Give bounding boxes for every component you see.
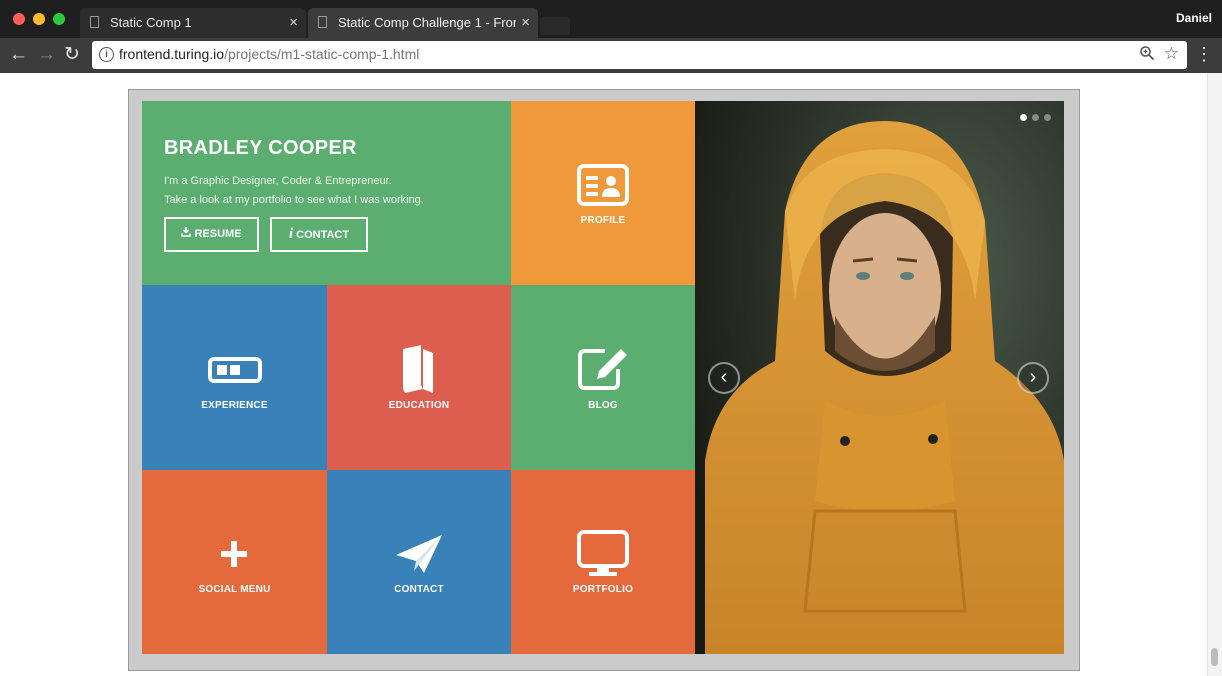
resume-button[interactable]: RESUME xyxy=(164,217,259,252)
browser-toolbar: ← → ↻ i frontend.turing.io/projects/m1-s… xyxy=(0,38,1222,73)
slider-next-button[interactable]: › xyxy=(1017,362,1049,394)
contact-label: CONTACT xyxy=(296,229,350,241)
tile-label: SOCIAL MENU xyxy=(198,584,271,595)
tile-contact[interactable]: CONTACT xyxy=(327,470,511,654)
plus-icon xyxy=(221,541,247,567)
tile-label: PROFILE xyxy=(580,215,626,226)
new-tab-button[interactable] xyxy=(540,17,570,35)
page-title: BRADLEY COOPER xyxy=(164,137,357,159)
book-icon xyxy=(403,345,433,393)
page-icon xyxy=(90,16,99,28)
tab-close-icon[interactable]: × xyxy=(289,8,298,38)
url-path: /projects/m1-static-comp-1.html xyxy=(224,46,420,62)
portrait-photo xyxy=(695,101,1064,654)
contact-button[interactable]: i CONTACT xyxy=(270,217,368,252)
tile-label: PORTFOLIO xyxy=(572,584,634,595)
scrollbar[interactable] xyxy=(1207,73,1222,676)
tab-close-icon[interactable]: × xyxy=(521,8,530,38)
tab-static-comp-challenge[interactable]: Static Comp Challenge 1 - Front × xyxy=(308,8,538,38)
reload-icon[interactable]: ↻ xyxy=(64,44,80,66)
tile-label: EDUCATION xyxy=(388,400,450,411)
search-icon[interactable] xyxy=(1139,45,1155,66)
tab-title: Static Comp 1 xyxy=(110,15,192,30)
tile-label: CONTACT xyxy=(394,584,444,595)
slide-dot-1[interactable] xyxy=(1020,114,1027,121)
paper-plane-icon xyxy=(396,535,442,573)
address-url[interactable]: frontend.turing.io/projects/m1-static-co… xyxy=(119,46,419,62)
tab-title: Static Comp Challenge 1 - Front xyxy=(338,15,516,30)
download-icon xyxy=(181,227,192,237)
tile-blog[interactable]: BLOG xyxy=(511,285,695,470)
intro-panel: BRADLEY COOPER I'm a Graphic Designer, C… xyxy=(142,101,511,285)
profile-card-icon xyxy=(577,164,629,206)
close-window-button[interactable] xyxy=(13,13,25,25)
minimize-window-button[interactable] xyxy=(33,13,45,25)
monitor-icon xyxy=(577,530,629,576)
tab-static-comp-1[interactable]: Static Comp 1 × xyxy=(80,8,306,38)
tile-experience[interactable]: EXPERIENCE xyxy=(142,285,327,470)
tile-profile[interactable]: PROFILE xyxy=(511,101,695,285)
star-icon[interactable]: ☆ xyxy=(1164,44,1179,64)
menu-icon[interactable]: ⋮ xyxy=(1195,44,1213,64)
url-host: frontend.turing.io xyxy=(119,46,225,62)
info-icon: i xyxy=(288,226,294,242)
address-bar[interactable]: i frontend.turing.io/projects/m1-static-… xyxy=(92,41,1187,69)
tagline-line-1: I'm a Graphic Designer, Coder & Entrepre… xyxy=(164,175,392,187)
edit-icon xyxy=(578,349,627,390)
tile-education[interactable]: EDUCATION xyxy=(327,285,511,470)
resume-label: RESUME xyxy=(194,228,242,240)
maximize-window-button[interactable] xyxy=(53,13,65,25)
browser-titlebar: Static Comp 1 × Static Comp Challenge 1 … xyxy=(0,0,1222,38)
slider-prev-button[interactable]: ‹ xyxy=(708,362,740,394)
tile-label: BLOG xyxy=(588,400,618,411)
site-info-icon[interactable]: i xyxy=(99,47,114,62)
profile-name[interactable]: Daniel xyxy=(1176,11,1212,25)
page-icon xyxy=(318,16,327,28)
portrait-slider[interactable]: ‹ › xyxy=(695,101,1064,654)
tile-social-menu[interactable]: SOCIAL MENU xyxy=(142,470,327,654)
tagline-line-2: Take a look at my portfolio to see what … xyxy=(164,194,424,206)
slide-dot-2[interactable] xyxy=(1032,114,1039,121)
slide-dot-3[interactable] xyxy=(1044,114,1051,121)
tile-label: EXPERIENCE xyxy=(201,400,268,411)
back-icon[interactable]: ← xyxy=(9,44,28,66)
scrollbar-thumb[interactable] xyxy=(1211,648,1218,666)
tile-portfolio[interactable]: PORTFOLIO xyxy=(511,470,695,654)
forward-icon[interactable]: → xyxy=(37,44,56,66)
progress-bar-icon xyxy=(208,357,262,383)
